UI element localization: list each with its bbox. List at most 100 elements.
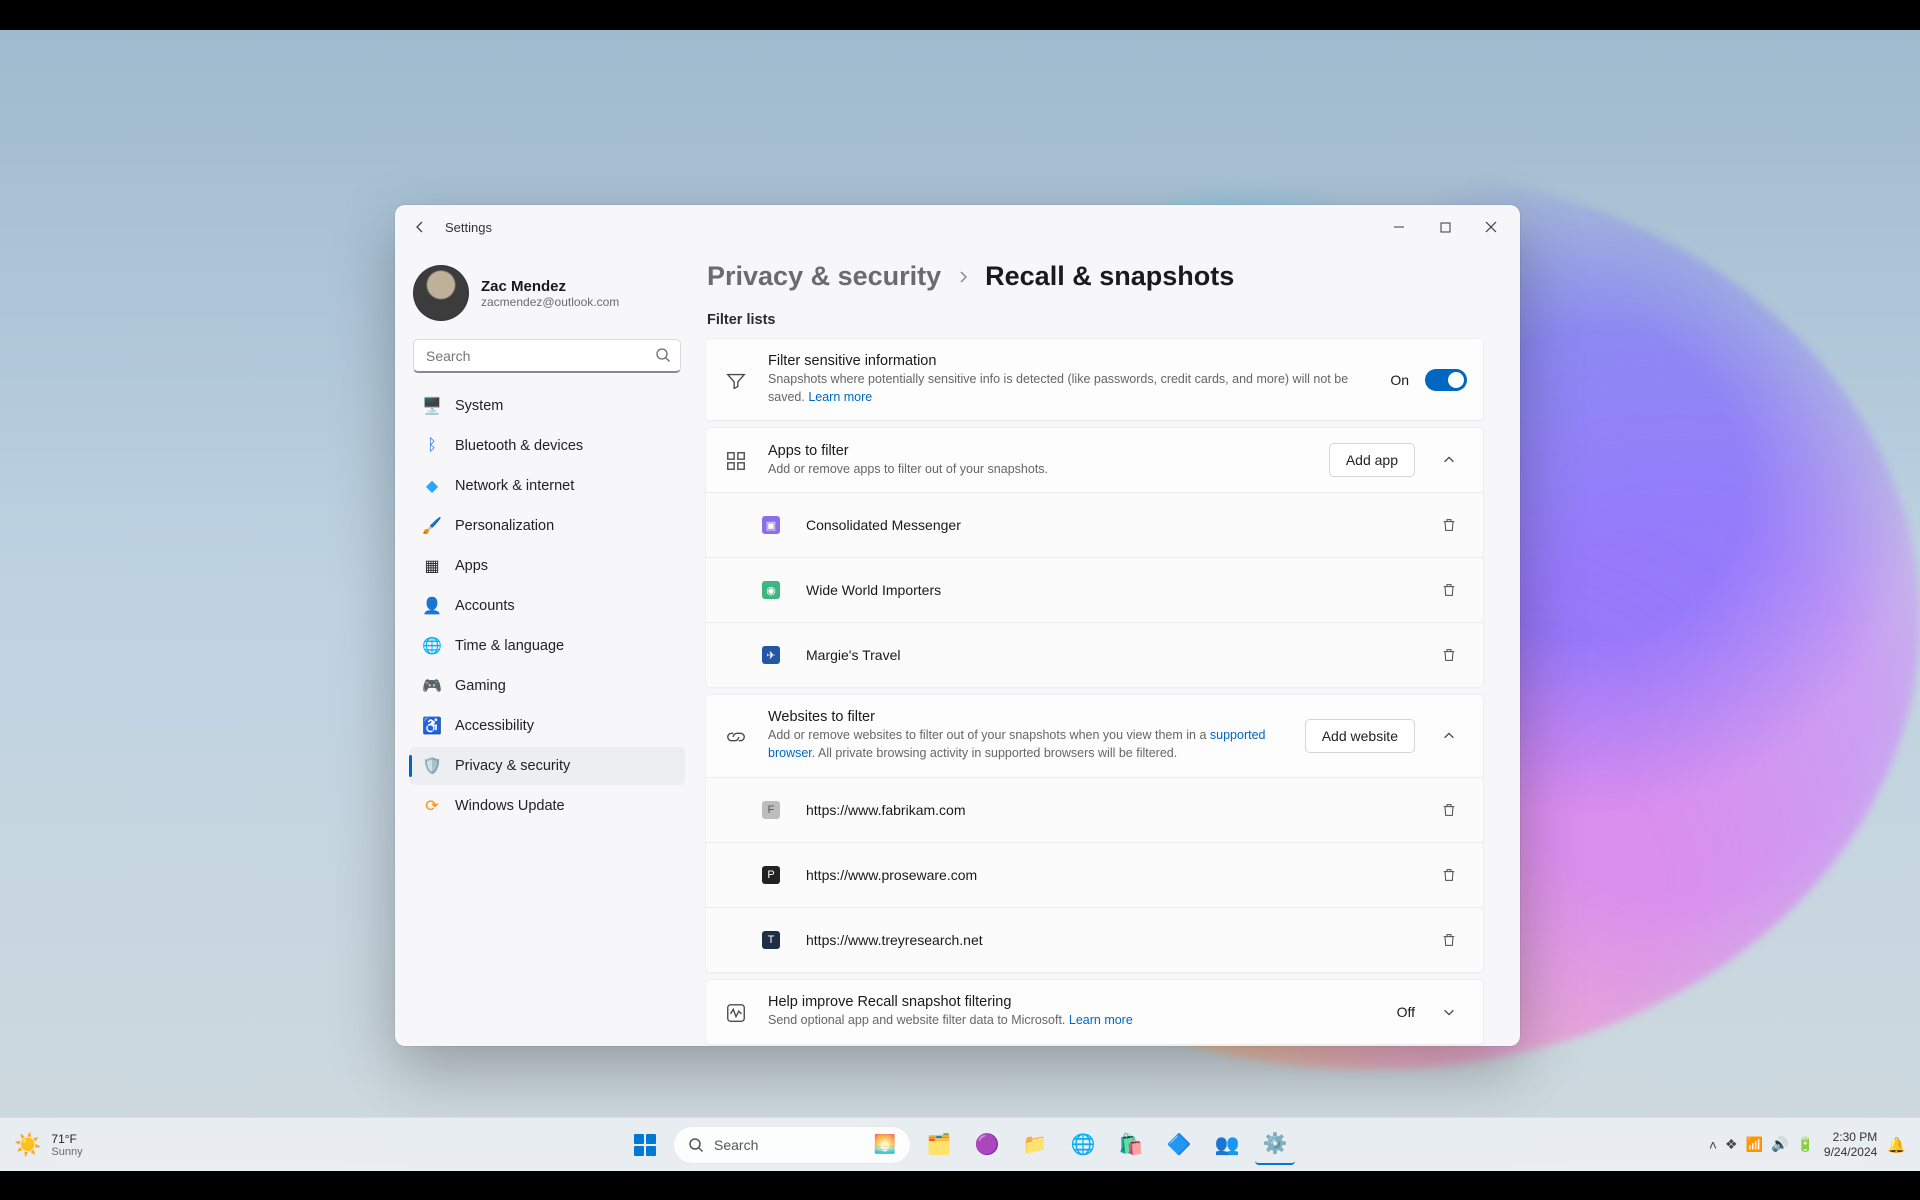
card-apps-to-filter: Apps to filter Add or remove apps to fil… xyxy=(705,427,1484,688)
filtered-app-name: Consolidated Messenger xyxy=(806,517,961,533)
paintbrush-icon: 🖌️ xyxy=(423,517,441,535)
nav-label: Accounts xyxy=(455,598,515,614)
card-websites-to-filter: Websites to filter Add or remove website… xyxy=(705,694,1484,972)
card-filter-sensitive: Filter sensitive information Snapshots w… xyxy=(705,338,1484,421)
pinned-store[interactable]: 🛍️ xyxy=(1111,1125,1151,1165)
chevron-up-icon xyxy=(1442,729,1456,743)
breadcrumb: Privacy & security Recall & snapshots xyxy=(707,261,1484,292)
pinned-explorer[interactable]: 📁 xyxy=(1015,1125,1055,1165)
expand-help-improve-button[interactable] xyxy=(1431,994,1467,1030)
nav-label: Personalization xyxy=(455,518,554,534)
nav-label: System xyxy=(455,398,503,414)
filter-sensitive-title: Filter sensitive information xyxy=(768,353,1372,369)
nav-apps[interactable]: ▦Apps xyxy=(409,547,685,585)
filtered-site-url: https://www.proseware.com xyxy=(806,867,977,883)
nav-gaming[interactable]: 🎮Gaming xyxy=(409,667,685,705)
maximize-button[interactable] xyxy=(1422,211,1468,243)
window-title: Settings xyxy=(445,220,492,235)
tray-volume-icon[interactable]: 🔊 xyxy=(1771,1136,1788,1153)
nav-label: Bluetooth & devices xyxy=(455,438,583,454)
nav-personalization[interactable]: 🖌️ Personalization xyxy=(409,507,685,545)
chevron-right-icon xyxy=(955,269,971,285)
minimize-button[interactable] xyxy=(1376,211,1422,243)
account-profile[interactable]: Zac Mendez zacmendez@outlook.com xyxy=(409,261,685,335)
profile-name: Zac Mendez xyxy=(481,278,619,295)
tray-overflow-icon[interactable]: ˄ xyxy=(1709,1137,1717,1153)
weather-icon: ☀️ xyxy=(14,1132,41,1158)
tray-battery-icon[interactable]: 🔋 xyxy=(1796,1136,1813,1153)
taskbar: ☀️ 71°F Sunny Search 🌅 🗂️ 🟣 📁 🌐 🛍️ 🔷 👥 xyxy=(0,1117,1920,1171)
remove-site-button[interactable] xyxy=(1431,922,1467,958)
add-website-button[interactable]: Add website xyxy=(1305,719,1415,753)
pinned-settings[interactable]: ⚙️ xyxy=(1255,1125,1295,1165)
taskbar-widgets[interactable]: ☀️ 71°F Sunny xyxy=(0,1132,260,1158)
clock-date: 9/24/2024 xyxy=(1824,1145,1877,1159)
bluetooth-icon: ᛒ xyxy=(423,437,441,455)
taskbar-clock[interactable]: 2:30 PM 9/24/2024 xyxy=(1824,1130,1877,1159)
filter-sensitive-toggle[interactable] xyxy=(1425,369,1467,391)
nav-privacy-security[interactable]: 🛡️ Privacy & security xyxy=(409,747,685,785)
wifi-icon: ◆ xyxy=(423,477,441,495)
back-button[interactable] xyxy=(401,208,439,246)
start-button[interactable] xyxy=(625,1125,665,1165)
nav-time[interactable]: 🌐Time & language xyxy=(409,627,685,665)
filtered-app-name: Margie's Travel xyxy=(806,647,900,663)
remove-app-button[interactable] xyxy=(1431,572,1467,608)
notifications-icon[interactable]: 🔔 xyxy=(1887,1136,1906,1154)
learn-more-link[interactable]: Learn more xyxy=(808,390,872,404)
search-input[interactable] xyxy=(413,339,681,373)
sites-filter-title: Websites to filter xyxy=(768,709,1287,725)
trash-icon xyxy=(1441,582,1457,598)
nav-label: Apps xyxy=(455,558,488,574)
nav-network[interactable]: ◆ Network & internet xyxy=(409,467,685,505)
nav-label: Network & internet xyxy=(455,478,574,494)
add-app-button[interactable]: Add app xyxy=(1329,443,1415,477)
taskbar-search[interactable]: Search 🌅 xyxy=(673,1126,911,1164)
nav-label: Privacy & security xyxy=(455,758,570,774)
filtered-site-row: F https://www.fabrikam.com xyxy=(706,777,1483,842)
remove-site-button[interactable] xyxy=(1431,792,1467,828)
remove-site-button[interactable] xyxy=(1431,857,1467,893)
accessibility-icon: ♿ xyxy=(423,717,441,735)
pinned-app[interactable]: 🔷 xyxy=(1159,1125,1199,1165)
nav-windows-update[interactable]: ⟳Windows Update xyxy=(409,787,685,825)
close-icon xyxy=(1485,221,1497,233)
filtered-app-row: ✈ Margie's Travel xyxy=(706,622,1483,687)
card-help-improve[interactable]: Help improve Recall snapshot filtering S… xyxy=(705,979,1484,1045)
remove-app-button[interactable] xyxy=(1431,507,1467,543)
nav-label: Gaming xyxy=(455,678,506,694)
nav-system[interactable]: 🖥️ System xyxy=(409,387,685,425)
nav-accounts[interactable]: 👤 Accounts xyxy=(409,587,685,625)
apps-grid-icon xyxy=(722,448,750,472)
sites-filter-desc: Add or remove websites to filter out of … xyxy=(768,726,1287,762)
display-icon: 🖥️ xyxy=(423,397,441,415)
person-icon: 👤 xyxy=(423,597,441,615)
filtered-app-row: ◉ Wide World Importers xyxy=(706,557,1483,622)
pinned-copilot[interactable]: 🟣 xyxy=(967,1125,1007,1165)
site-icon: F xyxy=(762,801,780,819)
help-improve-desc: Send optional app and website filter dat… xyxy=(768,1011,1379,1029)
pinned-teams[interactable]: 👥 xyxy=(1207,1125,1247,1165)
settings-sidebar: Zac Mendez zacmendez@outlook.com 🖥️ Syste… xyxy=(395,249,695,1046)
tray-app-icon[interactable]: ❖ xyxy=(1725,1136,1738,1153)
collapse-sites-button[interactable] xyxy=(1431,718,1467,754)
remove-app-button[interactable] xyxy=(1431,637,1467,673)
close-button[interactable] xyxy=(1468,211,1514,243)
nav-label: Time & language xyxy=(455,638,564,654)
app-icon: ✈ xyxy=(762,646,780,664)
shield-icon: 🛡️ xyxy=(423,757,441,775)
nav-accessibility[interactable]: ♿Accessibility xyxy=(409,707,685,745)
pinned-taskview[interactable]: 🗂️ xyxy=(919,1125,959,1165)
filtered-site-url: https://www.treyresearch.net xyxy=(806,932,983,948)
pinned-edge[interactable]: 🌐 xyxy=(1063,1125,1103,1165)
filtered-app-row: ▣ Consolidated Messenger xyxy=(706,492,1483,557)
clock-time: 2:30 PM xyxy=(1824,1130,1877,1144)
collapse-apps-button[interactable] xyxy=(1431,442,1467,478)
filtered-site-row: T https://www.treyresearch.net xyxy=(706,907,1483,972)
nav-bluetooth[interactable]: ᛒ Bluetooth & devices xyxy=(409,427,685,465)
learn-more-link[interactable]: Learn more xyxy=(1069,1013,1133,1027)
system-tray[interactable]: ˄ ❖ 📶 🔊 🔋 xyxy=(1709,1136,1814,1153)
breadcrumb-parent[interactable]: Privacy & security xyxy=(707,261,941,292)
tray-wifi-icon[interactable]: 📶 xyxy=(1746,1136,1763,1153)
weather-temp: 71°F xyxy=(51,1132,82,1146)
